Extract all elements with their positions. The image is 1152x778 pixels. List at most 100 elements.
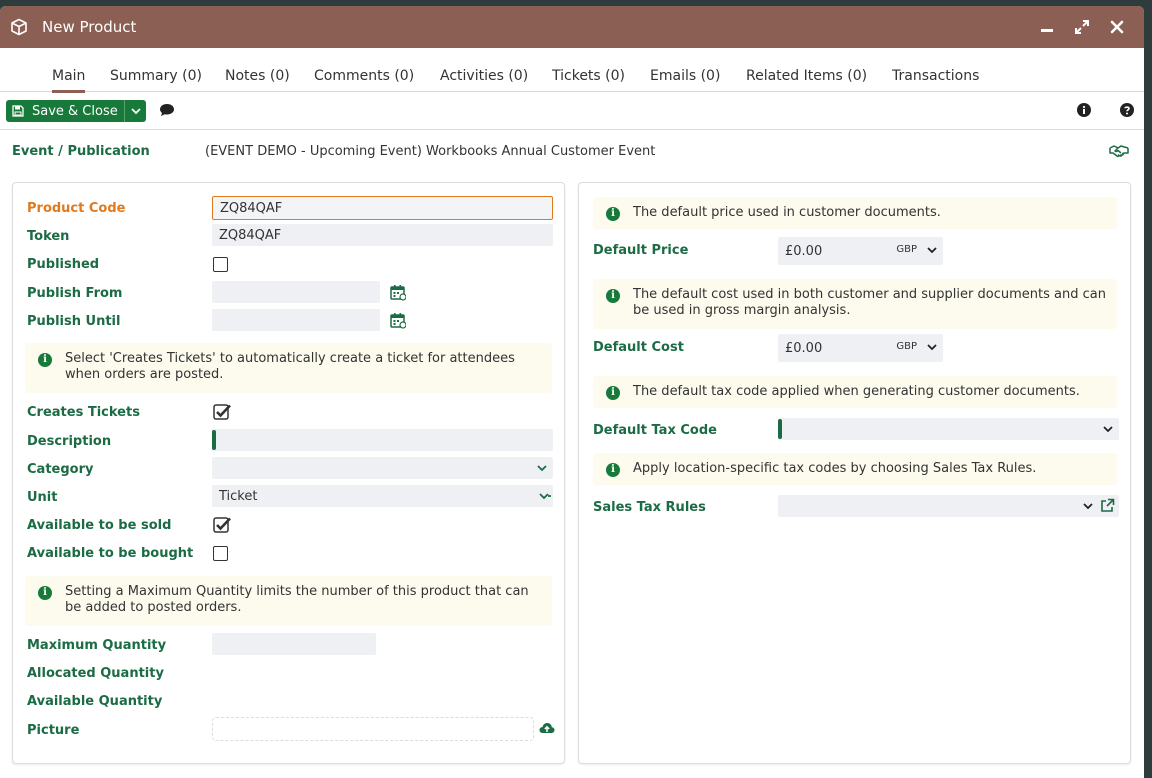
sales-tax-rules-label: Sales Tax Rules bbox=[593, 499, 706, 515]
calendar-icon[interactable] bbox=[390, 284, 406, 301]
calendar-icon[interactable] bbox=[390, 312, 406, 329]
description-input[interactable] bbox=[212, 429, 553, 451]
default-tax-code-label: Default Tax Code bbox=[593, 422, 717, 438]
save-close-button[interactable]: Save & Close bbox=[6, 100, 146, 122]
info-circle-icon: i bbox=[606, 463, 620, 477]
help-icon[interactable] bbox=[1120, 103, 1134, 117]
info-creates-tickets-text: Select 'Creates Tickets' to automaticall… bbox=[65, 351, 515, 382]
left-panel: Product Code ZQ84QAF Token ZQ84QAF Publi… bbox=[12, 182, 565, 764]
info-sales-tax-rules-text: Apply location-specific tax codes by cho… bbox=[633, 461, 1037, 476]
available-to-be-bought-checkbox[interactable] bbox=[213, 546, 228, 561]
chevron-down-icon bbox=[1103, 422, 1113, 440]
info-maximum-quantity: i Setting a Maximum Quantity limits the … bbox=[25, 576, 552, 626]
product-window: New Product Main Summary (0) Notes (0) C… bbox=[0, 6, 1144, 778]
default-tax-code-select[interactable] bbox=[778, 418, 1119, 440]
save-options-dropdown[interactable] bbox=[124, 100, 146, 122]
info-sales-tax-rules: i Apply location-specific tax codes by c… bbox=[593, 453, 1117, 485]
handshake-icon[interactable] bbox=[1109, 144, 1129, 158]
category-label: Category bbox=[27, 461, 94, 477]
external-link-icon[interactable] bbox=[1100, 498, 1115, 513]
info-circle-icon: i bbox=[38, 586, 52, 600]
default-price-value: £0.00 bbox=[785, 243, 823, 259]
info-default-cost-text: The default cost used in both customer a… bbox=[633, 287, 1106, 318]
maximize-icon[interactable] bbox=[1070, 6, 1094, 48]
category-select[interactable] bbox=[212, 457, 553, 479]
close-icon[interactable] bbox=[1105, 6, 1129, 48]
chevron-down-icon bbox=[539, 489, 551, 507]
default-cost-input[interactable]: £0.00 GBP bbox=[778, 334, 943, 362]
publish-from-label: Publish From bbox=[27, 285, 123, 301]
publish-until-input[interactable] bbox=[212, 309, 380, 331]
info-circle-icon: i bbox=[38, 353, 52, 367]
maximum-quantity-input[interactable] bbox=[212, 633, 376, 655]
sales-tax-rules-select[interactable] bbox=[778, 495, 1119, 517]
product-code-input[interactable]: ZQ84QAF bbox=[212, 196, 553, 220]
default-price-input[interactable]: £0.00 GBP bbox=[778, 237, 943, 265]
info-default-cost: i The default cost used in both customer… bbox=[593, 279, 1117, 329]
cloud-upload-icon[interactable] bbox=[539, 721, 555, 735]
token-label: Token bbox=[27, 228, 70, 244]
default-cost-value: £0.00 bbox=[785, 340, 823, 356]
tab-main[interactable]: Main bbox=[52, 68, 86, 93]
published-checkbox[interactable] bbox=[213, 257, 228, 272]
chevron-down-icon[interactable] bbox=[927, 244, 937, 259]
text-cursor-marker bbox=[778, 419, 782, 439]
chevron-down-icon[interactable] bbox=[927, 341, 937, 356]
event-publication-value[interactable]: (EVENT DEMO - Upcoming Event) Workbooks … bbox=[205, 144, 655, 159]
picture-dropzone[interactable] bbox=[212, 717, 534, 741]
allocated-quantity-label: Allocated Quantity bbox=[27, 665, 164, 681]
floppy-disk-icon bbox=[12, 105, 24, 117]
title-bar: New Product bbox=[0, 6, 1144, 48]
chevron-down-icon bbox=[1083, 499, 1093, 517]
currency-code[interactable]: GBP bbox=[896, 341, 917, 352]
info-default-price: i The default price used in customer doc… bbox=[593, 197, 1117, 229]
tab-activities[interactable]: Activities (0) bbox=[440, 68, 528, 84]
right-panel: i The default price used in customer doc… bbox=[578, 182, 1131, 764]
creates-tickets-label: Creates Tickets bbox=[27, 404, 140, 420]
info-default-tax-code: i The default tax code applied when gene… bbox=[593, 376, 1117, 408]
tab-transactions[interactable]: Transactions bbox=[892, 68, 979, 84]
default-price-label: Default Price bbox=[593, 242, 689, 258]
text-cursor-marker bbox=[212, 430, 216, 450]
picture-label: Picture bbox=[27, 722, 80, 738]
tab-related-items[interactable]: Related Items (0) bbox=[746, 68, 867, 84]
unit-value: Ticket bbox=[219, 488, 258, 504]
tab-summary[interactable]: Summary (0) bbox=[110, 68, 202, 84]
creates-tickets-checkbox[interactable] bbox=[213, 403, 232, 420]
minimize-icon[interactable] bbox=[1035, 6, 1059, 48]
comment-icon[interactable] bbox=[159, 103, 175, 117]
published-label: Published bbox=[27, 256, 100, 272]
default-cost-label: Default Cost bbox=[593, 339, 684, 355]
token-field: ZQ84QAF bbox=[212, 224, 553, 246]
tab-emails[interactable]: Emails (0) bbox=[650, 68, 720, 84]
info-maximum-quantity-text: Setting a Maximum Quantity limits the nu… bbox=[65, 584, 529, 615]
available-to-be-sold-label: Available to be sold bbox=[27, 517, 172, 533]
tab-comments[interactable]: Comments (0) bbox=[314, 68, 414, 84]
product-code-label: Product Code bbox=[27, 200, 126, 216]
info-creates-tickets: i Select 'Creates Tickets' to automatica… bbox=[25, 343, 552, 393]
tab-tickets[interactable]: Tickets (0) bbox=[552, 68, 625, 84]
info-circle-icon: i bbox=[606, 386, 620, 400]
tab-bar: Main Summary (0) Notes (0) Comments (0) … bbox=[0, 48, 1144, 93]
unit-label: Unit bbox=[27, 489, 58, 505]
unit-select[interactable]: Ticket bbox=[212, 485, 553, 507]
tab-notes[interactable]: Notes (0) bbox=[225, 68, 290, 84]
maximum-quantity-label: Maximum Quantity bbox=[27, 637, 167, 653]
publish-from-input[interactable] bbox=[212, 281, 380, 303]
info-icon[interactable] bbox=[1077, 103, 1091, 117]
currency-code[interactable]: GBP bbox=[896, 244, 917, 255]
available-to-be-sold-checkbox[interactable] bbox=[213, 516, 232, 533]
cube-icon bbox=[10, 18, 28, 36]
toolbar: Save & Close bbox=[0, 92, 1144, 130]
info-default-price-text: The default price used in customer docum… bbox=[633, 205, 941, 220]
description-label: Description bbox=[27, 433, 112, 449]
window-title: New Product bbox=[42, 18, 137, 36]
info-default-tax-code-text: The default tax code applied when genera… bbox=[633, 384, 1080, 399]
available-quantity-label: Available Quantity bbox=[27, 693, 163, 709]
available-to-be-bought-label: Available to be bought bbox=[27, 545, 194, 561]
save-close-label: Save & Close bbox=[32, 103, 118, 119]
chevron-down-icon bbox=[537, 461, 547, 479]
info-circle-icon: i bbox=[606, 289, 620, 303]
publish-until-label: Publish Until bbox=[27, 313, 121, 329]
info-circle-icon: i bbox=[606, 207, 620, 221]
